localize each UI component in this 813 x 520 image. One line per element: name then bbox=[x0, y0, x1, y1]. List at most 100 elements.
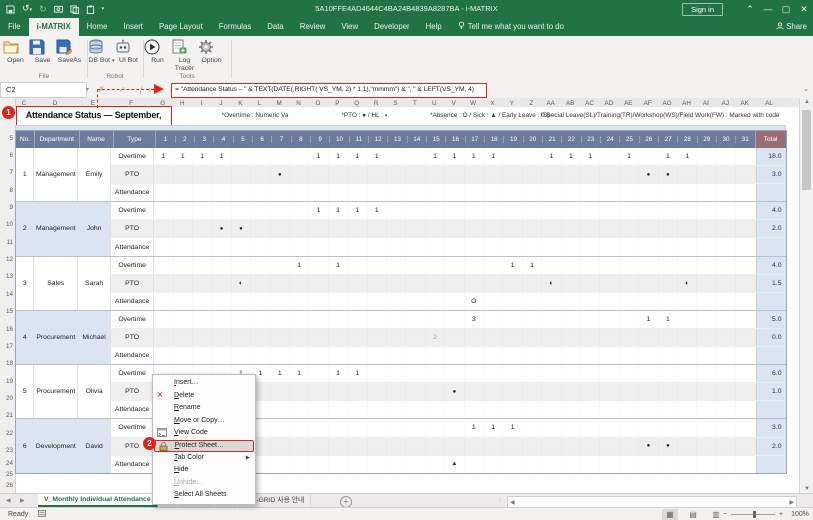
day-cell[interactable] bbox=[290, 383, 309, 400]
day-cell[interactable] bbox=[697, 257, 716, 274]
day-cell[interactable] bbox=[193, 257, 212, 274]
day-cell[interactable] bbox=[368, 347, 387, 364]
day-cell[interactable] bbox=[620, 456, 639, 473]
day-cell[interactable] bbox=[445, 347, 464, 364]
day-cell[interactable] bbox=[736, 329, 755, 346]
day-cell[interactable] bbox=[154, 329, 173, 346]
day-cell[interactable] bbox=[717, 456, 736, 473]
day-cell[interactable] bbox=[678, 311, 697, 328]
day-cell[interactable] bbox=[562, 220, 581, 237]
day-cell[interactable] bbox=[678, 456, 697, 473]
day-cell[interactable] bbox=[639, 275, 658, 292]
day-cell[interactable] bbox=[465, 184, 484, 201]
day-cell[interactable]: 3 bbox=[465, 311, 484, 328]
day-cell[interactable] bbox=[697, 202, 716, 219]
total-cell[interactable]: 2.0 bbox=[756, 438, 786, 455]
day-cell[interactable] bbox=[639, 401, 658, 418]
day-cell[interactable] bbox=[174, 311, 193, 328]
day-cell[interactable] bbox=[212, 166, 231, 183]
day-cell[interactable] bbox=[445, 401, 464, 418]
day-cell[interactable] bbox=[697, 419, 716, 436]
day-cell[interactable] bbox=[368, 293, 387, 310]
day-cell[interactable] bbox=[484, 257, 503, 274]
day-cell[interactable] bbox=[290, 184, 309, 201]
day-cell[interactable] bbox=[193, 293, 212, 310]
day-cell[interactable] bbox=[154, 347, 173, 364]
day-cell[interactable] bbox=[465, 202, 484, 219]
day-cell[interactable] bbox=[736, 148, 755, 165]
ribbon-tab-page-layout[interactable]: Page Layout bbox=[151, 18, 211, 36]
day-cell[interactable] bbox=[445, 275, 464, 292]
type-cell[interactable]: Overtime bbox=[111, 148, 154, 165]
day-cell[interactable] bbox=[329, 419, 348, 436]
page-layout-view-icon[interactable]: ▤ bbox=[685, 509, 701, 520]
day-cell[interactable] bbox=[387, 383, 406, 400]
day-cell[interactable] bbox=[426, 257, 445, 274]
day-cell[interactable] bbox=[639, 184, 658, 201]
day-cell[interactable] bbox=[290, 347, 309, 364]
day-cell[interactable] bbox=[387, 456, 406, 473]
type-cell[interactable]: Attendance bbox=[111, 347, 154, 364]
day-cell[interactable] bbox=[426, 365, 445, 382]
row-header-10[interactable]: 10 bbox=[6, 216, 13, 233]
day-cell[interactable] bbox=[387, 166, 406, 183]
total-cell[interactable] bbox=[756, 293, 786, 310]
day-cell[interactable] bbox=[154, 311, 173, 328]
day-cell[interactable] bbox=[174, 238, 193, 255]
day-cell[interactable] bbox=[639, 329, 658, 346]
day-cell[interactable] bbox=[717, 275, 736, 292]
day-cell[interactable] bbox=[717, 329, 736, 346]
day-cell[interactable] bbox=[736, 347, 755, 364]
zoom-slider-thumb[interactable] bbox=[753, 511, 756, 518]
day-cell[interactable]: 1 bbox=[465, 419, 484, 436]
day-cell[interactable] bbox=[678, 419, 697, 436]
day-cell[interactable]: ● bbox=[639, 166, 658, 183]
day-cell[interactable] bbox=[678, 347, 697, 364]
day-cell[interactable] bbox=[697, 148, 716, 165]
day-cell[interactable] bbox=[271, 347, 290, 364]
day-cell[interactable] bbox=[736, 293, 755, 310]
day-cell[interactable] bbox=[154, 166, 173, 183]
day-cell[interactable] bbox=[542, 257, 561, 274]
row-header-24[interactable]: 24 bbox=[6, 459, 13, 470]
day-cell[interactable] bbox=[271, 438, 290, 455]
day-cell[interactable] bbox=[484, 202, 503, 219]
day-cell[interactable] bbox=[329, 383, 348, 400]
day-cell[interactable]: 1 bbox=[368, 202, 387, 219]
day-cell[interactable] bbox=[620, 257, 639, 274]
page-break-view-icon[interactable]: ▥ bbox=[708, 509, 724, 520]
day-cell[interactable] bbox=[523, 275, 542, 292]
day-cell[interactable] bbox=[620, 166, 639, 183]
day-cell[interactable] bbox=[251, 311, 270, 328]
type-cell[interactable]: Overtime bbox=[111, 419, 154, 436]
day-cell[interactable] bbox=[484, 329, 503, 346]
sign-in-button[interactable]: Sign in bbox=[682, 3, 723, 16]
type-cell[interactable]: Attendance bbox=[111, 401, 154, 418]
day-cell[interactable] bbox=[251, 329, 270, 346]
type-cell[interactable]: Overtime bbox=[111, 311, 154, 328]
day-cell[interactable] bbox=[193, 238, 212, 255]
day-cell[interactable] bbox=[542, 419, 561, 436]
day-cell[interactable] bbox=[309, 438, 328, 455]
row-header-21[interactable]: 21 bbox=[6, 407, 13, 424]
day-cell[interactable] bbox=[426, 275, 445, 292]
day-cell[interactable] bbox=[717, 238, 736, 255]
day-cell[interactable] bbox=[639, 365, 658, 382]
employee-name[interactable]: Emily bbox=[78, 148, 111, 201]
day-cell[interactable] bbox=[465, 347, 484, 364]
day-cell[interactable] bbox=[600, 329, 619, 346]
ui-bot-button[interactable]: UI Bot bbox=[115, 36, 142, 65]
day-cell[interactable] bbox=[736, 238, 755, 255]
day-cell[interactable] bbox=[251, 275, 270, 292]
day-cell[interactable]: ● bbox=[212, 220, 231, 237]
day-cell[interactable] bbox=[600, 238, 619, 255]
day-cell[interactable] bbox=[445, 329, 464, 346]
day-cell[interactable] bbox=[271, 148, 290, 165]
day-cell[interactable] bbox=[697, 166, 716, 183]
day-cell[interactable] bbox=[717, 220, 736, 237]
day-cell[interactable] bbox=[445, 438, 464, 455]
day-cell[interactable] bbox=[426, 184, 445, 201]
day-cell[interactable] bbox=[271, 184, 290, 201]
day-cell[interactable] bbox=[387, 311, 406, 328]
day-cell[interactable] bbox=[212, 329, 231, 346]
